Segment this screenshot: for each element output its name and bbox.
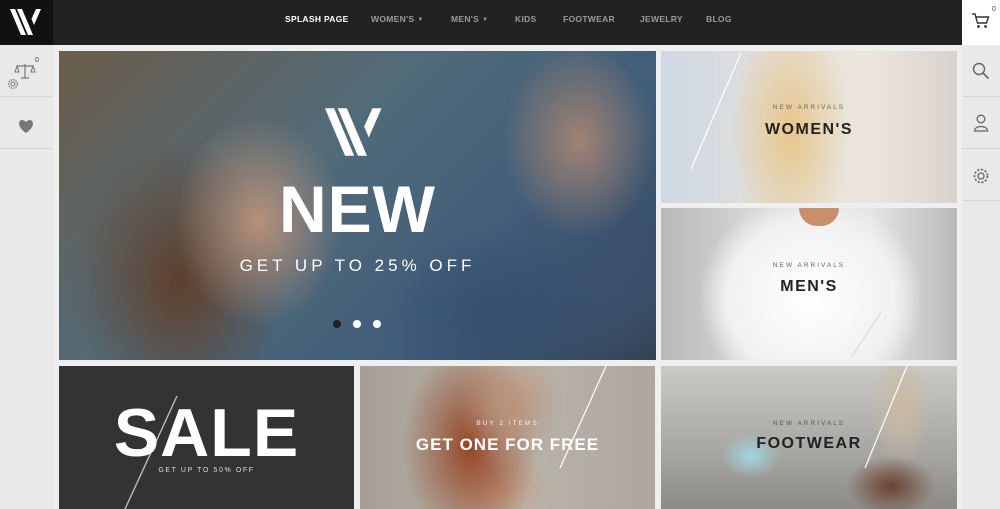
mens-subtitle: NEW ARRIVALS (772, 262, 846, 269)
category-tile-footwear[interactable]: NEW ARRIVALS FOOTWEAR (661, 366, 957, 509)
app-root: SPLASH PAGE WOMEN'S ▼ MEN'S ▼ KIDS FOOTWEA… (0, 0, 1000, 509)
search-icon (972, 62, 990, 80)
search-button[interactable] (962, 45, 1000, 97)
user-icon (973, 114, 989, 132)
promo-subtitle: BUY 2 ITEMS (476, 420, 539, 427)
footwear-subtitle: NEW ARRIVALS (772, 420, 846, 427)
nav-item-splash-page[interactable]: SPLASH PAGE (285, 14, 349, 24)
right-tool-panel: 0 (962, 0, 1000, 509)
slider-dot-2[interactable] (353, 320, 361, 328)
sale-title: SALE (113, 395, 300, 471)
slider-dot-3[interactable] (373, 320, 381, 328)
cart-icon (972, 13, 990, 28)
settings-icon (8, 79, 18, 89)
nav-item-womens[interactable]: WOMEN'S ▼ (371, 14, 424, 24)
chevron-down-icon: ▼ (482, 17, 489, 23)
sale-tile[interactable]: SALE GET UP TO 50% OFF (59, 366, 354, 509)
slider-dot-1[interactable] (333, 320, 341, 328)
top-navigation-bar: SPLASH PAGE WOMEN'S ▼ MEN'S ▼ KIDS FOOTWEA… (0, 0, 962, 45)
settings-button[interactable] (962, 149, 1000, 201)
chevron-down-icon: ▼ (417, 17, 424, 23)
nav-item-footwear[interactable]: FOOTWEAR (563, 14, 615, 24)
footwear-title: FOOTWEAR (756, 435, 862, 452)
cart-button[interactable]: 0 (962, 0, 1000, 45)
compare-icon (14, 64, 36, 79)
category-tile-womens[interactable]: NEW ARRIVALS WOMEN'S (661, 51, 957, 203)
nav-item-mens[interactable]: MEN'S ▼ (451, 14, 488, 24)
main-menu: SPLASH PAGE WOMEN'S ▼ MEN'S ▼ KIDS FOOTWEA… (0, 0, 962, 45)
hero-title: NEW (279, 172, 436, 246)
category-tile-mens[interactable]: NEW ARRIVALS MEN'S (661, 208, 957, 360)
nav-item-blog[interactable]: BLOG (706, 14, 732, 24)
womens-subtitle: NEW ARRIVALS (772, 104, 846, 111)
account-button[interactable] (962, 97, 1000, 149)
nav-item-kids[interactable]: KIDS (515, 14, 537, 24)
wishlist-button[interactable] (0, 97, 53, 149)
left-tool-panel: 0 (0, 45, 53, 509)
promo-tile[interactable]: BUY 2 ITEMS GET ONE FOR FREE (360, 366, 655, 509)
hero-subtitle: GET UP TO 25% OFF (239, 256, 476, 275)
hero-slider[interactable]: NEW GET UP TO 25% OFF (59, 51, 656, 360)
settings-icon (973, 168, 989, 184)
compare-button[interactable]: 0 (0, 45, 53, 97)
hero-logo-mark-icon (325, 108, 382, 156)
heart-icon (19, 120, 33, 133)
sale-subtitle: GET UP TO 50% OFF (158, 467, 255, 474)
compare-count-badge: 0 (35, 57, 39, 64)
nav-item-jewelry[interactable]: JEWELRY (640, 14, 683, 24)
womens-title: WOMEN'S (764, 121, 854, 138)
promo-title: GET ONE FOR FREE (415, 435, 600, 454)
cart-count-badge: 0 (992, 6, 996, 13)
mens-title: MEN'S (780, 278, 838, 295)
